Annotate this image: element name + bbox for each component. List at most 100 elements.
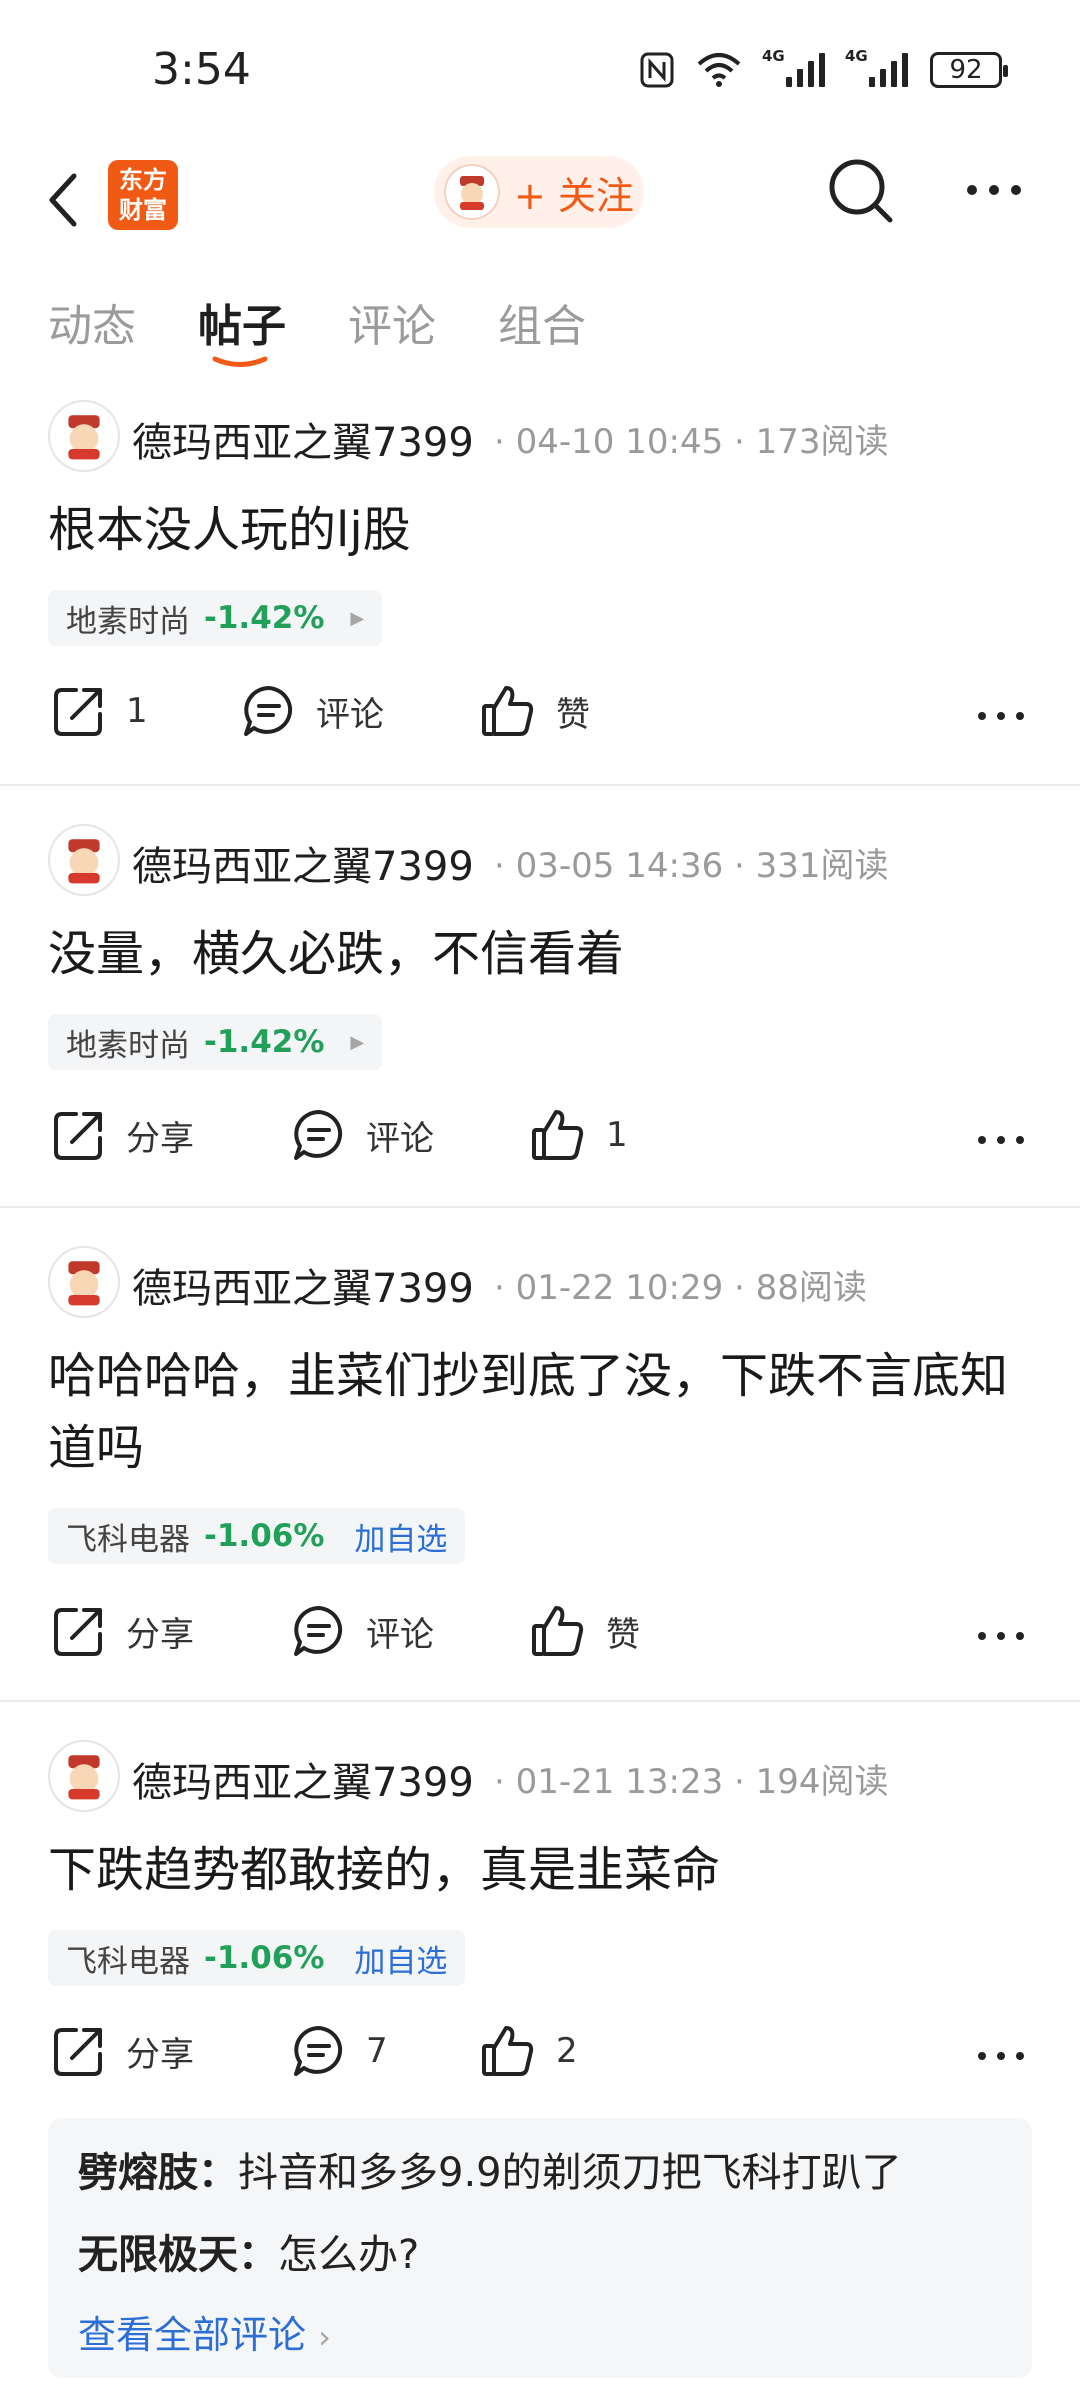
like-button[interactable]: 赞 — [480, 684, 590, 738]
tab-portfolio[interactable]: 组合 — [498, 290, 586, 354]
share-button[interactable]: 分享 — [52, 1108, 194, 1162]
search-icon[interactable] — [826, 156, 896, 226]
follow-button[interactable]: + 关注 — [434, 156, 644, 228]
comment-icon — [244, 686, 293, 736]
god-of-wealth-avatar-icon — [68, 839, 100, 884]
post-reads: 331阅读 — [755, 846, 889, 886]
nfc-icon — [640, 52, 674, 88]
post-1[interactable]: 德玛西亚之翼7399 · 04-10 10:45 · 173阅读 根本没人玩的l… — [0, 394, 1080, 784]
post-3[interactable]: 德玛西亚之翼7399 · 01-22 10:29 · 88阅读 哈哈哈哈，韭菜们… — [0, 1240, 1080, 1700]
like-button[interactable]: 1 — [530, 1108, 628, 1162]
stock-tag[interactable]: 飞科电器 -1.06% 加自选 — [48, 1930, 466, 1986]
add-watchlist-link[interactable]: 加自选 — [354, 1514, 447, 1559]
post-time: 03-05 14:36 — [515, 846, 724, 886]
like-count: 2 — [556, 2031, 578, 2071]
share-icon — [54, 1112, 102, 1160]
network-type-1: 4G — [762, 47, 785, 65]
share-button[interactable]: 分享 — [52, 1604, 194, 1658]
post-2[interactable]: 德玛西亚之翼7399 · 03-05 14:36 · 331阅读 没量，横久必跌… — [0, 818, 1080, 1208]
comment-label: 评论 — [366, 1614, 434, 1655]
more-icon[interactable] — [976, 1130, 1026, 1150]
view-all-label: 查看全部评论 — [78, 2313, 307, 2357]
author-avatar[interactable] — [48, 1246, 120, 1318]
comment-user[interactable]: 劈熔肢： — [78, 2150, 238, 2196]
stock-tag[interactable]: 飞科电器 -1.06% 加自选 — [48, 1508, 466, 1564]
more-icon[interactable] — [976, 706, 1026, 726]
comment-button[interactable]: 7 — [292, 2024, 388, 2078]
more-icon[interactable] — [976, 2046, 1026, 2066]
battery-icon: 92 — [930, 52, 1008, 88]
active-tab-indicator — [212, 356, 268, 367]
share-count: 1 — [126, 691, 148, 731]
comment-text: 怎么办? — [278, 2232, 420, 2278]
like-count: 1 — [606, 1115, 628, 1155]
post-content[interactable]: 根本没人玩的lj股 — [48, 494, 1032, 566]
god-of-wealth-avatar-icon — [68, 1755, 100, 1800]
like-button[interactable]: 2 — [480, 2024, 578, 2078]
share-button[interactable]: 分享 — [52, 2024, 194, 2078]
comment-label: 评论 — [316, 694, 384, 735]
cell-signal-icon: 4G — [762, 47, 825, 87]
god-of-wealth-avatar-icon — [68, 415, 100, 460]
view-all-comments-link[interactable]: 查看全部评论 › — [78, 2304, 331, 2359]
post-4[interactable]: 德玛西亚之翼7399 · 01-21 13:23 · 194阅读 下跌趋势都敢接… — [0, 1734, 1080, 2114]
comment-button[interactable]: 评论 — [292, 1108, 434, 1162]
god-of-wealth-avatar-icon — [68, 1261, 100, 1306]
post-meta: · 04-10 10:45 · 173阅读 — [494, 422, 889, 462]
share-label: 分享 — [126, 2034, 194, 2075]
author-name[interactable]: 德玛西亚之翼7399 — [132, 410, 474, 468]
play-arrow-icon: ▶ — [350, 607, 365, 629]
like-label: 赞 — [556, 694, 590, 735]
add-watchlist-link[interactable]: 加自选 — [354, 1936, 447, 1981]
thumbs-up-icon — [482, 686, 534, 736]
divider — [0, 1700, 1080, 1702]
stock-tag[interactable]: 地素时尚 -1.42% ▶ — [48, 590, 383, 646]
author-avatar[interactable] — [48, 1740, 120, 1812]
share-label: 分享 — [126, 1614, 194, 1655]
post-content[interactable]: 没量，横久必跌，不信看着 — [48, 918, 1032, 990]
divider — [0, 784, 1080, 786]
comment-item[interactable]: 无限极天：怎么办? — [78, 2222, 419, 2280]
comment-user[interactable]: 无限极天： — [78, 2232, 278, 2278]
play-arrow-icon: ▶ — [350, 1031, 365, 1053]
author-avatar[interactable] — [48, 824, 120, 896]
post-meta: · 01-21 13:23 · 194阅读 — [494, 1762, 889, 1802]
post-content[interactable]: 下跌趋势都敢接的，真是韭菜命 — [48, 1834, 1032, 1906]
post-time: 01-21 13:23 — [515, 1762, 724, 1802]
back-arrow-icon[interactable] — [44, 170, 84, 230]
tab-comments[interactable]: 评论 — [348, 290, 436, 354]
more-icon[interactable] — [976, 1626, 1026, 1646]
cell-signal-icon-2: 4G — [845, 47, 908, 87]
like-button[interactable]: 赞 — [530, 1604, 640, 1658]
author-avatar[interactable] — [48, 400, 120, 472]
tab-bar: 动态 帖子 评论 组合 — [0, 280, 1080, 380]
post-content[interactable]: 哈哈哈哈，韭菜们抄到底了没，下跌不言底知道吗 — [48, 1340, 1032, 1484]
wifi-icon — [697, 53, 741, 87]
status-time: 3:54 — [152, 44, 251, 95]
god-of-wealth-avatar-icon — [460, 176, 484, 210]
thumbs-up-icon — [532, 1110, 584, 1160]
author-name[interactable]: 德玛西亚之翼7399 — [132, 834, 474, 892]
stock-change: -1.42% — [204, 1024, 325, 1060]
comment-icon — [294, 1606, 343, 1656]
share-button[interactable]: 1 — [52, 684, 148, 738]
stock-tag[interactable]: 地素时尚 -1.42% ▶ — [48, 1014, 383, 1070]
like-label: 赞 — [606, 1614, 640, 1655]
share-label: 分享 — [126, 1118, 194, 1159]
tab-posts[interactable]: 帖子 — [198, 290, 286, 354]
comment-item[interactable]: 劈熔肢：抖音和多多9.9的剃须刀把飞科打趴了 — [78, 2140, 902, 2198]
comment-preview[interactable]: 劈熔肢：抖音和多多9.9的剃须刀把飞科打趴了 无限极天：怎么办? 查看全部评论 … — [48, 2118, 1032, 2378]
status-bar: 3:54 4G 4G 92 — [0, 0, 1080, 140]
comment-button[interactable]: 评论 — [292, 1604, 434, 1658]
post-reads: 194阅读 — [755, 1762, 889, 1802]
comment-button[interactable]: 评论 — [242, 684, 384, 738]
comment-count: 7 — [366, 2031, 388, 2071]
thumbs-up-icon — [532, 1606, 584, 1656]
tab-dynamics[interactable]: 动态 — [48, 290, 136, 354]
share-icon — [54, 688, 102, 736]
more-options-icon[interactable] — [964, 170, 1024, 210]
author-name[interactable]: 德玛西亚之翼7399 — [132, 1750, 474, 1808]
author-name[interactable]: 德玛西亚之翼7399 — [132, 1256, 474, 1314]
divider — [0, 1206, 1080, 1208]
stock-name: 飞科电器 — [66, 1943, 190, 1980]
